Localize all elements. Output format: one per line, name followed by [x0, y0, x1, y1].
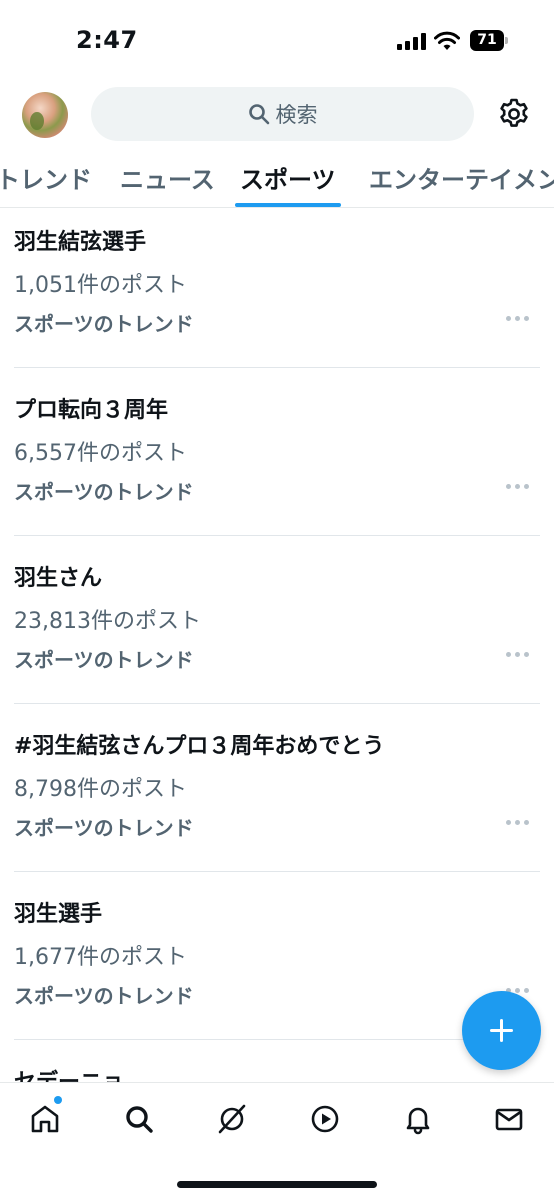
grok-icon[interactable] — [216, 1103, 248, 1135]
trend-title: プロ転向３周年 — [14, 398, 169, 423]
trend-title: 羽生結弦選手 — [14, 230, 147, 255]
bottom-nav — [0, 1082, 554, 1200]
trend-item[interactable]: 羽生結弦選手 1,051件のポスト スポーツのトレンド — [0, 200, 554, 368]
wifi-icon — [434, 31, 460, 50]
search-placeholder: 検索 — [275, 103, 318, 127]
more-options-icon[interactable] — [506, 818, 530, 826]
mail-icon[interactable] — [493, 1103, 525, 1135]
plus-icon-vertical — [500, 1019, 503, 1042]
tab-sports[interactable]: スポーツ — [240, 160, 336, 195]
trend-title: 羽生さん — [14, 566, 103, 591]
trend-category: スポーツのトレンド — [14, 480, 194, 504]
trend-category: スポーツのトレンド — [14, 312, 194, 336]
gear-icon[interactable] — [497, 97, 531, 131]
status-bar: 2:47 71 — [0, 0, 554, 80]
trend-item[interactable]: 羽生さん 23,813件のポスト スポーツのトレンド — [0, 536, 554, 704]
search-icon — [248, 104, 269, 125]
trend-item[interactable]: #羽生結弦さんプロ３周年おめでとう 8,798件のポスト スポーツのトレンド — [0, 704, 554, 872]
trend-title: #羽生結弦さんプロ３周年おめでとう — [14, 734, 385, 759]
compose-post-button[interactable] — [462, 991, 541, 1070]
battery-level: 71 — [477, 32, 497, 48]
tab-news[interactable]: ニュース — [120, 160, 215, 195]
trend-post-count: 23,813件のポスト — [14, 609, 201, 634]
notification-dot — [54, 1096, 62, 1104]
more-options-icon[interactable] — [506, 650, 530, 658]
more-options-icon[interactable] — [506, 314, 530, 322]
video-icon[interactable] — [309, 1103, 341, 1135]
search-icon[interactable] — [123, 1103, 155, 1135]
home-icon[interactable] — [29, 1103, 61, 1135]
cellular-signal-icon — [397, 33, 426, 50]
explore-header: 検索 — [0, 80, 554, 150]
trend-category: スポーツのトレンド — [14, 816, 194, 840]
tab-entertainment[interactable]: エンターテイメント — [369, 160, 554, 195]
trend-post-count: 1,677件のポスト — [14, 945, 187, 970]
trend-item[interactable]: プロ転向３周年 6,557件のポスト スポーツのトレンド — [0, 368, 554, 536]
trend-post-count: 6,557件のポスト — [14, 441, 187, 466]
search-input[interactable]: 検索 — [91, 87, 474, 141]
bell-icon[interactable] — [402, 1103, 434, 1135]
trend-category: スポーツのトレンド — [14, 984, 194, 1008]
tab-trends[interactable]: トレンド — [0, 160, 92, 195]
more-options-icon[interactable] — [506, 482, 530, 490]
user-avatar[interactable] — [22, 92, 68, 138]
trend-category: スポーツのトレンド — [14, 648, 194, 672]
battery-indicator: 71 — [470, 30, 508, 51]
trend-post-count: 8,798件のポスト — [14, 777, 187, 802]
trend-title: 羽生選手 — [14, 902, 103, 927]
battery-nub — [505, 37, 508, 44]
trend-post-count: 1,051件のポスト — [14, 273, 187, 298]
home-indicator — [177, 1181, 377, 1188]
status-time: 2:47 — [76, 26, 138, 54]
